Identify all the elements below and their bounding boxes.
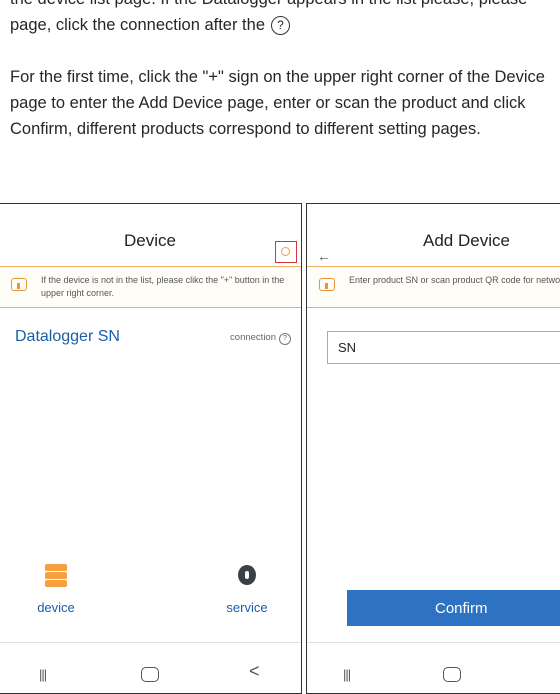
help-circle-icon: ?	[271, 16, 290, 36]
sn-input[interactable]: SN	[327, 331, 560, 364]
recents-button[interactable]: |||	[343, 667, 351, 682]
recents-button[interactable]: |||	[39, 667, 47, 682]
datalogger-sn-label: Datalogger SN	[15, 328, 120, 345]
doc-paragraph: For the first time, click the "+" sign o…	[10, 68, 545, 138]
tab-device[interactable]: device	[16, 564, 96, 615]
device-page-screenshot: Device If the device is not in the list,…	[0, 203, 302, 694]
tip-banner: If the device is not in the list, please…	[0, 266, 301, 308]
doc-text-line-2: page, click the connection after the?	[10, 12, 290, 38]
add-device-button[interactable]	[275, 241, 297, 263]
plus-icon	[281, 247, 290, 256]
tip-banner: Enter product SN or scan product QR code…	[307, 266, 560, 308]
info-icon	[319, 278, 335, 291]
help-circle-icon: ?	[279, 333, 291, 345]
connection-link[interactable]: connection?	[230, 332, 291, 345]
header: ← Add Device	[307, 204, 560, 264]
tab-label: device	[37, 600, 75, 615]
page-title: Device	[124, 231, 176, 250]
header: Device	[0, 204, 301, 263]
back-arrow-icon[interactable]: ←	[317, 248, 331, 264]
info-icon	[11, 278, 27, 291]
tip-text: Enter product SN or scan product QR code…	[349, 275, 560, 285]
add-device-page-screenshot: ← Add Device Enter product SN or scan pr…	[306, 203, 560, 694]
tab-service[interactable]: service	[207, 564, 287, 615]
system-nav-bar: |||	[307, 642, 560, 693]
page-title: Add Device	[423, 231, 510, 250]
home-button[interactable]	[141, 667, 159, 682]
home-button[interactable]	[443, 667, 461, 682]
tab-label: service	[226, 600, 268, 615]
device-icon	[45, 564, 67, 588]
service-icon	[236, 564, 258, 588]
confirm-button[interactable]: Confirm	[347, 590, 560, 626]
back-button[interactable]: <	[249, 661, 260, 682]
system-nav-bar: ||| <	[0, 642, 301, 693]
tip-text: If the device is not in the list, please…	[41, 275, 285, 298]
connection-label: connection	[230, 332, 276, 343]
